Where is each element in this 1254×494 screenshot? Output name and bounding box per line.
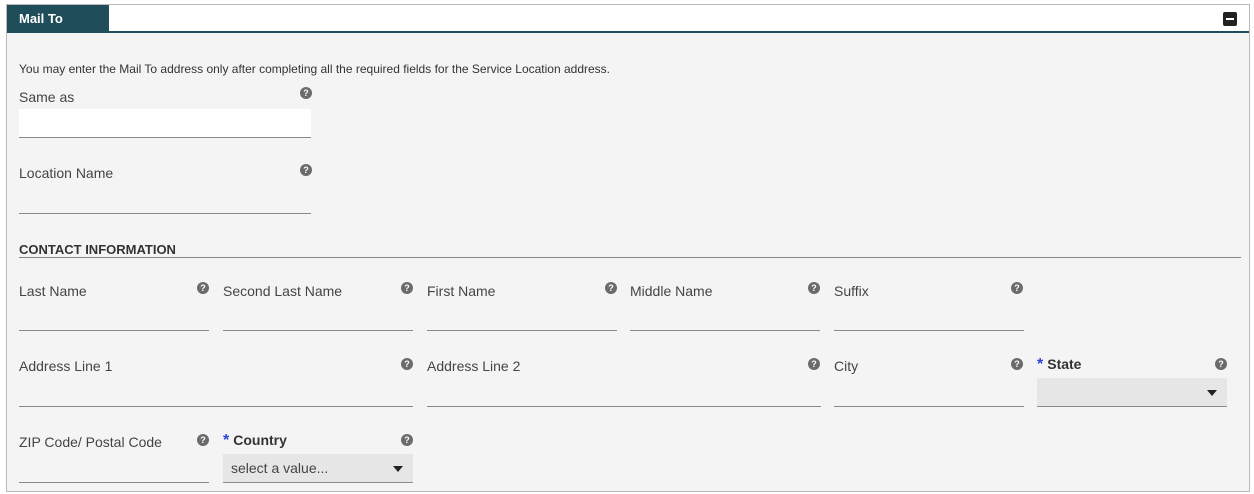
country-select-value: select a value... (231, 460, 329, 476)
required-marker: * (223, 432, 230, 449)
help-icon[interactable]: ? (605, 282, 617, 294)
info-text: You may enter the Mail To address only a… (19, 62, 610, 76)
help-icon[interactable]: ? (401, 282, 413, 294)
suffix-input[interactable] (834, 302, 1024, 331)
address-line-2-input[interactable] (427, 378, 821, 407)
help-icon[interactable]: ? (401, 434, 413, 446)
middle-name-input[interactable] (630, 302, 820, 331)
last-name-label: Last Name (19, 283, 87, 299)
zip-input[interactable] (19, 454, 209, 483)
same-as-input[interactable] (19, 109, 311, 138)
mail-to-tab[interactable]: Mail To (7, 5, 109, 33)
collapse-icon[interactable] (1223, 12, 1237, 26)
city-label: City (834, 358, 859, 374)
first-name-label: First Name (427, 283, 496, 299)
address-line-1-label: Address Line 1 (19, 358, 113, 374)
help-icon[interactable]: ? (808, 282, 820, 294)
help-icon[interactable]: ? (1215, 358, 1227, 370)
chevron-down-icon (393, 466, 403, 472)
second-last-name-label: Second Last Name (223, 283, 343, 299)
city-input[interactable] (834, 378, 1024, 407)
state-label-text: State (1047, 356, 1082, 372)
zip-label: ZIP Code/ Postal Code (19, 434, 162, 450)
help-icon[interactable]: ? (401, 358, 413, 370)
last-name-input[interactable] (19, 302, 209, 331)
chevron-down-icon (1207, 390, 1217, 396)
mail-to-panel: Mail To You may enter the Mail To addres… (6, 4, 1250, 492)
help-icon[interactable]: ? (1011, 282, 1023, 294)
address-line-1-input[interactable] (19, 378, 413, 407)
country-label-text: Country (233, 432, 287, 448)
address-line-2-label: Address Line 2 (427, 358, 521, 374)
country-select[interactable]: select a value... (223, 454, 413, 483)
help-icon[interactable]: ? (1011, 358, 1023, 370)
country-label: * Country (223, 432, 287, 450)
middle-name-label: Middle Name (630, 283, 713, 299)
state-label: * State (1037, 356, 1081, 374)
help-icon[interactable]: ? (197, 434, 209, 446)
contact-information-heading: CONTACT INFORMATION (19, 242, 176, 257)
suffix-label: Suffix (834, 283, 869, 299)
first-name-input[interactable] (427, 302, 617, 331)
state-select[interactable] (1037, 378, 1227, 407)
help-icon[interactable]: ? (300, 164, 312, 176)
required-marker: * (1037, 356, 1044, 373)
location-name-label: Location Name (19, 165, 114, 181)
help-icon[interactable]: ? (808, 358, 820, 370)
section-divider (19, 257, 1241, 258)
second-last-name-input[interactable] (223, 302, 413, 331)
panel-header: Mail To (7, 5, 1249, 33)
help-icon[interactable]: ? (197, 282, 209, 294)
help-icon[interactable]: ? (300, 87, 312, 99)
same-as-label: Same as (19, 89, 75, 105)
location-name-input[interactable] (19, 185, 311, 214)
